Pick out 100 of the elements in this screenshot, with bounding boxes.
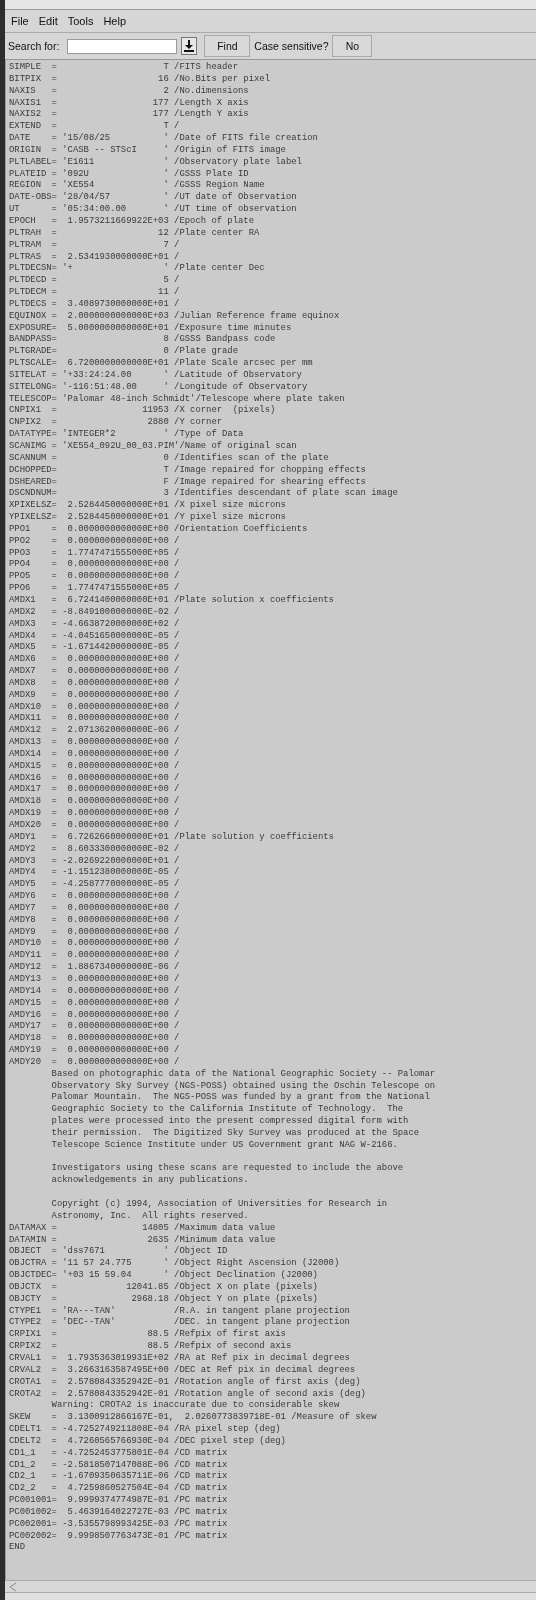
header-line: AMDX4 = -4.0451650000000E-05 / [9,630,180,642]
header-line: DATE = '15/08/25 ' /Date of FITS file creation [9,133,318,145]
header-line: CNPIX2 = 2880 /Y corner [9,417,223,429]
header-line: TELESCOP= 'Palomar 48-inch Schmidt'/Telescope where plate taken [9,393,345,405]
header-line: SCANNUM = 0 /Identifies scan of the plate [9,452,329,465]
header-line: AMDX19 = 0.0000000000000E+00 / [9,808,180,820]
header-line: PLTDECM = 11 / [9,287,180,299]
header-line: OBJECT = 'dss7671 ' /Object ID [9,1246,228,1258]
header-line: AMDX5 = -1.6714420000000E-05 / [9,642,180,654]
header-line: SCANIMG = 'XE554_092U_00_03.PIM'/Name of original scan [9,441,297,453]
header-line: DATE-OBS= '28/04/57 ' /UT date of Observation [9,192,297,204]
header-line: AMDY11 = 0.0000000000000E+00 / [9,950,180,962]
header-line: CDELT1 = -4.7252749211808E-04 /RA pixel step (deg) [9,1424,281,1436]
horizontal-scrollbar[interactable] [5,1580,536,1593]
header-line: AMDY12 = 1.8867340000000E-06 / [9,962,180,974]
header-line: SIMPLE = T /FITS header [9,62,238,74]
header-line: PC002001= -3.5355798993425E-03 /PC matrix [9,1518,228,1531]
search-label: Search for: [8,40,60,52]
header-line: SKEW = 3.1300912866167E-01, 2.0260773839718E-01 /Measure of skew [9,1412,377,1424]
menu-item[interactable]: File [11,15,29,27]
header-line: AMDY1 = 6.7262660000000E+01 /Plate solution y coefficients [9,831,334,844]
case-sensitive-button[interactable]: No [332,35,373,57]
header-line: AMDY2 = 8.6033300000000E-02 / [9,843,180,856]
header-line: PPO5 = 0.0000000000000E+00 / [9,571,180,583]
header-line: PLTDECD = 5 / [9,275,180,287]
header-line: CD1_2 = -2.5818507147088E-06 /CD matrix [9,1459,228,1471]
header-line: EPOCH = 1.9573211669922E+03 /Epoch of plate [9,215,254,228]
header-line: CRPIX1 = 88.5 /Refpix of first axis [9,1329,286,1341]
header-line: CROTA2 = 2.5780843352942E-01 /Rotation angle of second axis (deg) [9,1388,366,1400]
header-line: AMDY4 = -1.1512380000000E-05 / [9,867,180,879]
header-line: PLTRAM = 7 / [9,239,180,252]
header-line: AMDX6 = 0.0000000000000E+00 / [9,654,180,666]
header-line: CTYPE1 = 'RA---TAN' /R.A. in tangent plane projection [9,1305,350,1317]
header-line: UT = '05:34:00.00 ' /UT time of observation [9,204,297,216]
header-line: BITPIX = 16 /No.Bits per pixel [9,73,270,86]
header-line: DATATYPE= 'INTEGER*2 ' /Type of Data [9,429,244,441]
header-line: CD1_1 = -4.7252453775801E-04 /CD matrix [9,1447,228,1460]
header-line: PPO3 = 1.7747471555000E+05 / [9,547,180,559]
header-line: AMDX17 = 0.0000000000000E+00 / [9,784,180,796]
header-line: CRPIX2 = 88.5 /Refpix of second axis [9,1341,292,1353]
header-line: AMDX13 = 0.0000000000000E+00 / [9,737,180,749]
comment-paragraph: Investigators using these scans are requested to include the above acknowledgements in any publications. [50,1163,404,1188]
header-line: CNPIX1 = 11953 /X corner (pixels) [9,405,276,417]
header-line: AMDX18 = 0.0000000000000E+00 / [9,796,180,808]
header-line: AMDX14 = 0.0000000000000E+00 / [9,748,180,761]
header-line: AMDY15 = 0.0000000000000E+00 / [9,997,180,1010]
header-line: BANDPASS= 8 /GSSS Bandpass code [9,334,276,346]
header-line: NAXIS2 = 177 /Length Y axis [9,109,249,121]
header-line: END [9,1542,25,1555]
header-line: AMDX10 = 0.0000000000000E+00 / [9,701,180,713]
header-line: AMDX11 = 0.0000000000000E+00 / [9,713,180,725]
comment-paragraph: Copyright (c) 1994, Association of Universities for Research in Astronomy, Inc. All rights reserved. [50,1199,388,1223]
header-line: CD2_2 = 4.7259860527504E-04 /CD matrix [9,1483,228,1495]
header-line: AMDX16 = 0.0000000000000E+00 / [9,772,180,784]
header-line: AMDY14 = 0.0000000000000E+00 / [9,985,180,998]
header-line: PLTRAS = 2.5341930000000E+01 / [9,251,180,263]
menu-item[interactable]: Help [103,15,126,27]
download-button[interactable] [181,37,198,55]
header-line: PLTDECS = 3.4089730000000E+01 / [9,298,180,311]
header-line: OBJCTY = 2968.18 /Object Y on plate (pixels) [9,1293,318,1306]
case-sensitive-label: Case sensitive? [254,40,329,52]
header-line: PPO1 = 0.0000000000000E+00 /Orientation Coefficients [9,523,308,536]
header-line: PLATEID = '092U ' /GSSS Plate ID [9,168,249,180]
header-line: NAXIS = 2 /No.dimensions [9,85,249,98]
find-button[interactable]: Find [204,35,251,57]
header-line: AMDY19 = 0.0000000000000E+00 / [9,1045,180,1057]
header-line: SITELONG= '-116:51:48.00 ' /Longitude of Observatory [9,381,308,394]
header-line: AMDY17 = 0.0000000000000E+00 / [9,1021,180,1033]
header-line: PC001002= 5.4639164022727E-03 /PC matrix [9,1506,228,1519]
header-line: AMDX1 = 6.7241400000000E+01 /Plate solution x coefficients [9,594,334,607]
arrow-down-icon [184,40,195,52]
menu-item[interactable]: Tools [67,15,94,27]
header-line: CRVAL1 = 1.7935363019931E+02 /RA at Ref pix in decimal degrees [9,1352,350,1365]
header-line: DATAMIN = 2635 /Minimum data value [9,1234,276,1246]
header-line: PLTDECSN= '+ ' /Plate center Dec [9,263,265,275]
header-line: SITELAT = '+33:24:24.00 ' /Latitude of Observatory [9,369,302,382]
header-line: EQUINOX = 2.0000000000000E+03 /Julian Reference frame equinox [9,310,340,323]
header-line: AMDX9 = 0.0000000000000E+00 / [9,689,180,702]
header-line: AMDY10 = 0.0000000000000E+00 / [9,938,180,950]
comment-paragraph: Based on photographic data of the National Geographic Society -- Palomar Observatory Sky Survey (NGS-POSS) obtained using the Oschin Telescope on Palomar Mountain. The NGS-POSS was funded by a grant from the National Geographic Society to the California Institute of Technology. The plates were processed into the present compressed digital form with their permission. The Digitized Sky Survey was produced at the Space Telescope Science Institute under US Government grant NAG W-2166. [50,1068,436,1152]
header-line: OBJCTRA = '11 57 24.775 ' /Object Right Ascension (J2000) [9,1258,340,1270]
header-line: EXPOSURE= 5.0000000000000E+01 /Exposure time minutes [9,322,292,334]
header-line: XPIXELSZ= 2.5284450000000E+01 /X pixel size microns [9,500,286,512]
header-line: PPO2 = 0.0000000000000E+00 / [9,535,180,548]
header-line: AMDY3 = -2.0269220000000E+01 / [9,855,180,867]
menu-item[interactable]: Edit [38,15,58,27]
header-line: OBJCTDEC= '+03 15 59.04 ' /Object Declination (J2000) [9,1270,318,1282]
header-line: Warning: CROTA2 is inaccurate due to considerable skew [50,1400,340,1412]
header-line: PC002002= 9.9998507763473E-01 /PC matrix [9,1530,228,1543]
header-line: PLTGRADE= 0 /Plate grade [9,346,238,358]
header-line: DSCNDNUM= 3 /Identifies descendant of plate scan image [9,488,398,500]
header-line: REGION = 'XE554 ' /GSSS Region Name [9,180,265,192]
scroll-left-icon[interactable] [7,1580,19,1593]
header-line: AMDY7 = 0.0000000000000E+00 / [9,902,180,915]
header-line: PLTLABEL= 'E1611 ' /Observatory plate label [9,156,302,169]
header-line: AMDX12 = 2.0713620000000E-06 / [9,725,180,737]
header-line: CROTA1 = 2.5780843352942E-01 /Rotation angle of first axis (deg) [9,1376,361,1389]
header-line: CRVAL2 = 3.2663163587495E+00 /DEC at Ref pix in decimal degrees [9,1364,356,1377]
header-line: AMDY16 = 0.0000000000000E+00 / [9,1009,180,1021]
search-field[interactable] [67,38,178,54]
